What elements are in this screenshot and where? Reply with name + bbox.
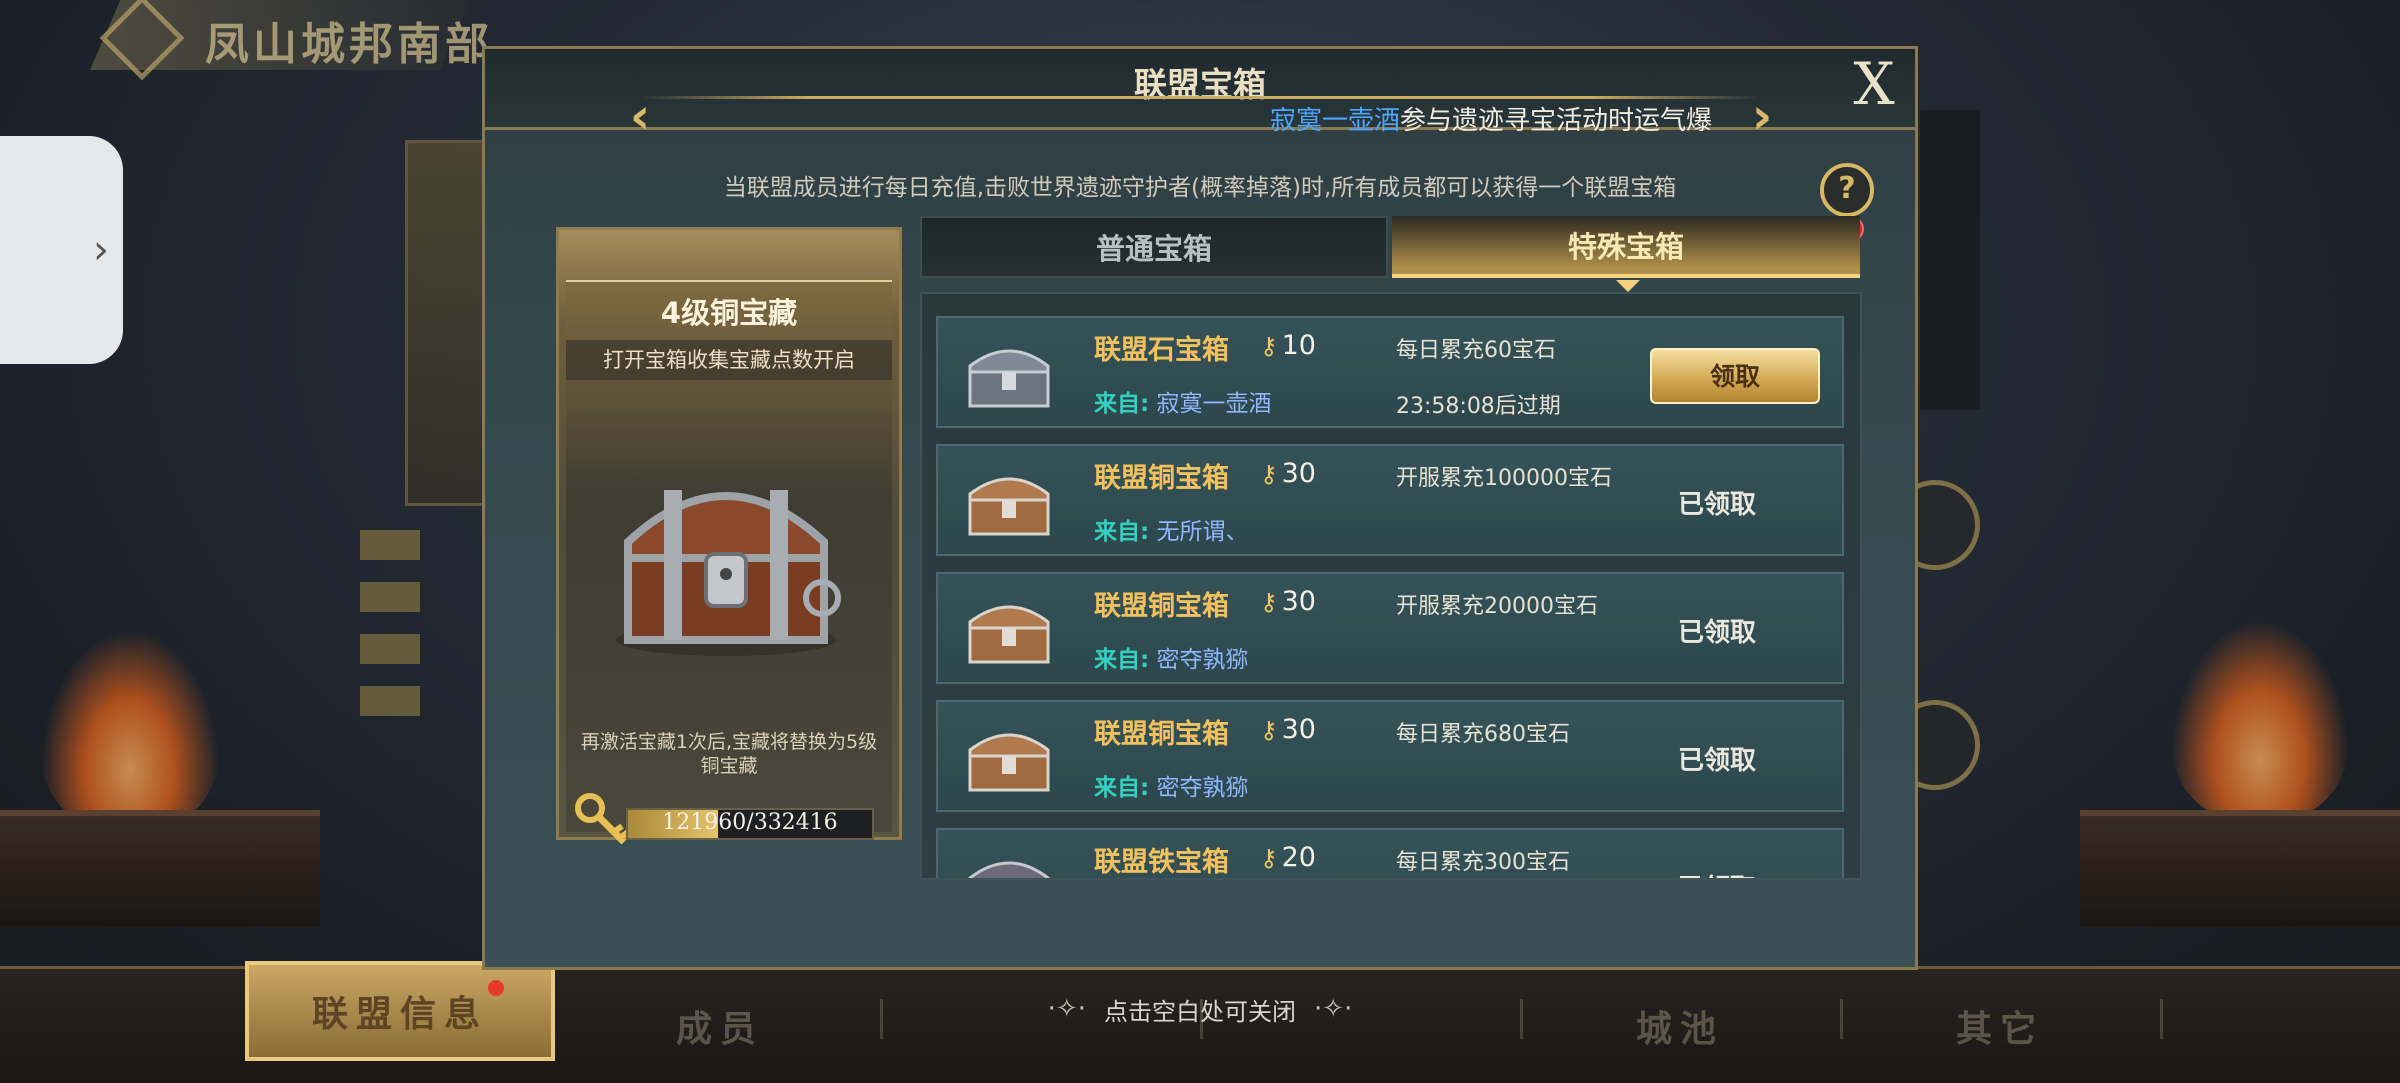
- chest-source: 来自: 密夺孰猕: [1094, 640, 1249, 674]
- chest-key-count: 30: [1281, 586, 1316, 617]
- chest-key-count: 30: [1281, 714, 1316, 745]
- marquee-player-name[interactable]: 寂寞一壶酒: [1270, 106, 1400, 136]
- claimed-status: 已领取: [1678, 746, 1757, 776]
- chest-condition: 开服累充20000宝石: [1396, 594, 1598, 619]
- chest-source-player[interactable]: 无所谓、: [1157, 519, 1249, 545]
- close-hint-text: 点击空白处可关闭: [1104, 997, 1296, 1026]
- copper-treasure-chest-icon: [616, 490, 841, 656]
- bottom-separator: [1520, 999, 1523, 1039]
- close-button[interactable]: X: [1846, 54, 1902, 114]
- marquee-prev-arrow-icon[interactable]: ‹: [620, 88, 660, 144]
- brazier-right: [2080, 810, 2400, 926]
- chest-key-cost: ⚷ 10: [1260, 330, 1316, 361]
- bottom-separator: [880, 999, 883, 1039]
- chest-name: 联盟铜宝箱: [1094, 463, 1229, 494]
- treasure-subtitle: 打开宝箱收集宝藏点数开启: [566, 340, 892, 380]
- claim-button[interactable]: 领取: [1650, 348, 1820, 404]
- announcement-marquee: 寂寞一壶酒参与遗迹寻宝活动时运气爆: [1270, 100, 1735, 140]
- side-drawer-handle[interactable]: ›: [0, 136, 123, 364]
- chest-condition: 每日累充300宝石: [1396, 850, 1570, 875]
- stone-chest-icon: [968, 349, 1050, 408]
- chest-row: 联盟铜宝箱 ⚷ 30 来自: 密夺孰猕 每日累充680宝石 已领取: [936, 700, 1844, 812]
- chest-row: 联盟铁宝箱 ⚷20 每日累充300宝石 已领取: [936, 828, 1844, 878]
- bottom-tab-other[interactable]: 其它: [1880, 969, 2120, 1083]
- header-divider: [640, 96, 1760, 99]
- copper-chest-icon: [968, 477, 1050, 536]
- treasure-note: 再激活宝藏1次后,宝藏将替换为5级铜宝藏: [580, 731, 878, 777]
- location-title: 凤山城邦南部: [205, 19, 493, 70]
- chest-key-count: 20: [1281, 842, 1316, 873]
- chest-key-cost: ⚷ 20: [1260, 842, 1316, 873]
- small-key-icon: ⚷: [1260, 587, 1278, 616]
- marquee-next-arrow-icon[interactable]: ›: [1742, 88, 1782, 144]
- chest-key-cost: ⚷ 30: [1260, 586, 1316, 617]
- key-icon: [575, 793, 630, 845]
- chest-name: 联盟铜宝箱: [1094, 719, 1229, 750]
- chest-source: 来自: 寂寞一壶酒: [1094, 384, 1272, 418]
- chest-name: 联盟铜宝箱: [1094, 591, 1229, 622]
- bottom-separator: [1840, 999, 1843, 1039]
- chest-list[interactable]: 联盟石宝箱 ⚷ 10 来自: 寂寞一壶酒 每日累充60宝石 23:58:08后过期…: [920, 292, 1862, 880]
- treasure-progress-text: 121960/332416: [662, 810, 838, 835]
- claimed-status: 已领取: [1678, 868, 1756, 878]
- bottom-separator: [2160, 999, 2163, 1039]
- chest-source-label: 来自:: [1094, 519, 1150, 545]
- chest-condition: 每日累充60宝石: [1396, 338, 1556, 363]
- bottom-tab-alliance-info[interactable]: 联盟信息: [245, 961, 555, 1061]
- chest-row: 联盟铜宝箱 ⚷ 30 来自: 密夺孰猕 开服累充20000宝石 已领取: [936, 572, 1844, 684]
- chest-row: 联盟石宝箱 ⚷ 10 来自: 寂寞一壶酒 每日累充60宝石 23:58:08后过期…: [936, 316, 1844, 428]
- chest-source: 来自: 无所谓、: [1094, 512, 1249, 546]
- tab-special-chest[interactable]: 特殊宝箱: [1392, 216, 1860, 278]
- brazier-left: [0, 810, 320, 926]
- chest-source: 来自: 密夺孰猕: [1094, 768, 1249, 802]
- ornament-left-icon: ·✧·: [1047, 994, 1086, 1024]
- copper-chest-icon: [968, 605, 1050, 664]
- small-key-icon: ⚷: [1260, 459, 1278, 488]
- marquee-text: 参与遗迹寻宝活动时运气爆: [1400, 106, 1713, 136]
- help-button[interactable]: ?: [1820, 163, 1874, 217]
- chevron-right-icon: ›: [93, 227, 109, 273]
- copper-chest-icon: [968, 733, 1050, 792]
- small-key-icon: ⚷: [1260, 331, 1278, 360]
- chest-key-count: 10: [1281, 330, 1316, 361]
- bottom-tab-city[interactable]: 城池: [1560, 969, 1800, 1083]
- background-right-panel: [1920, 110, 1980, 410]
- dialog-description: 当联盟成员进行每日充值,击败世界遗迹守护者(概率掉落)时,所有成员都可以获得一个…: [723, 175, 1677, 201]
- chest-source-player[interactable]: 寂寞一壶酒: [1157, 391, 1272, 417]
- iron-chest-icon: [968, 861, 1050, 878]
- chest-row: 联盟铜宝箱 ⚷ 30 来自: 无所谓、 开服累充100000宝石 已领取: [936, 444, 1844, 556]
- chest-source-label: 来自:: [1094, 775, 1150, 801]
- active-tab-pointer-icon: [1616, 280, 1640, 292]
- small-key-icon: ⚷: [1260, 843, 1278, 872]
- chest-source-player[interactable]: 密夺孰猕: [1157, 647, 1249, 673]
- chest-source-label: 来自:: [1094, 391, 1150, 417]
- ornament-right-icon: ·✧·: [1314, 994, 1353, 1024]
- treasure-title: 4级铜宝藏: [660, 296, 798, 330]
- chest-expire-timer: 23:58:08后过期: [1396, 394, 1561, 419]
- tab-normal-chest[interactable]: 普通宝箱: [920, 216, 1388, 278]
- notification-dot: [488, 980, 504, 996]
- claimed-status: 已领取: [1678, 618, 1757, 648]
- chest-source-label: 来自:: [1094, 647, 1150, 673]
- small-key-icon: ⚷: [1260, 715, 1278, 744]
- chest-key-cost: ⚷ 30: [1260, 714, 1316, 745]
- chest-name: 联盟石宝箱: [1094, 335, 1229, 366]
- chest-condition: 每日累充680宝石: [1396, 722, 1570, 747]
- chest-condition: 开服累充100000宝石: [1396, 466, 1612, 491]
- fire-left-icon: [40, 630, 220, 830]
- fire-right-icon: [2170, 620, 2350, 820]
- chest-name: 联盟铁宝箱: [1094, 847, 1229, 878]
- claimed-status: 已领取: [1678, 490, 1757, 520]
- chest-key-count: 30: [1281, 458, 1316, 489]
- chest-key-cost: ⚷ 30: [1260, 458, 1316, 489]
- bottom-tab-members[interactable]: 成员: [600, 969, 840, 1083]
- chest-source-player[interactable]: 密夺孰猕: [1157, 775, 1249, 801]
- close-hint[interactable]: ·✧· 点击空白处可关闭 ·✧·: [1010, 990, 1390, 1028]
